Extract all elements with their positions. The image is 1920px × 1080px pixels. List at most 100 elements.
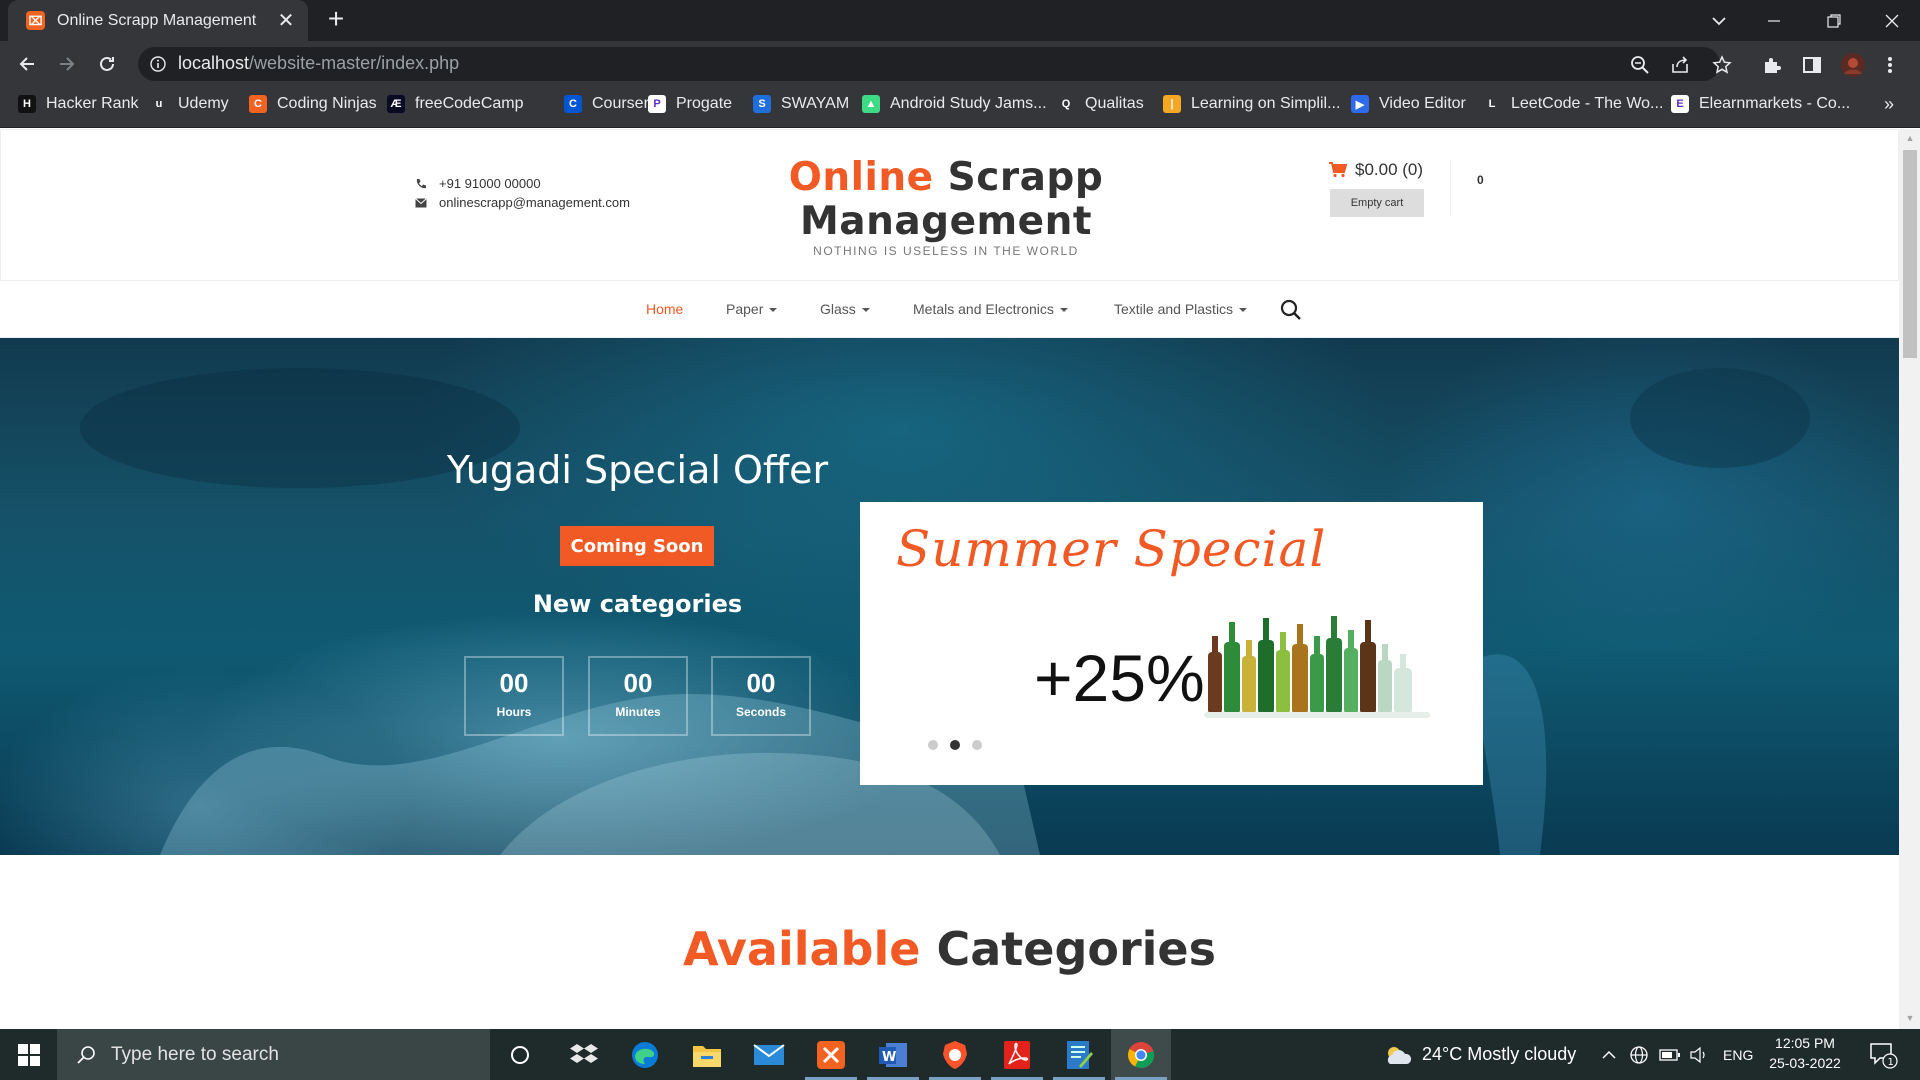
nav-item-label: Paper	[726, 301, 764, 317]
show-hidden-icons-chevron-icon[interactable]	[1601, 1029, 1617, 1080]
bookmark-item[interactable]: H Hacker Rank	[18, 95, 138, 113]
brave-browser-icon[interactable]	[925, 1029, 985, 1080]
bookmark-item[interactable]: ÆfreeCodeCamp	[387, 95, 524, 113]
swayam-icon: S	[753, 95, 771, 113]
active-tab[interactable]: ⌧ Online Scrapp Management ✕	[8, 0, 308, 41]
nav-item-label: Metals and Electronics	[913, 301, 1054, 317]
tab-close-icon[interactable]: ✕	[276, 8, 296, 33]
bookmarks-more-icon[interactable]: »	[1884, 94, 1894, 115]
bookmark-item[interactable]: P Progate	[648, 95, 732, 113]
scroll-up-arrow-icon[interactable]: ▲	[1903, 133, 1917, 147]
coming-soon-button[interactable]: Coming Soon	[560, 526, 714, 566]
new-tab-icon[interactable]: +	[322, 5, 350, 34]
chrome-menu-icon[interactable]	[1886, 55, 1894, 75]
slider-dots	[928, 740, 994, 750]
battery-icon[interactable]	[1659, 1029, 1681, 1080]
url-host: localhost	[178, 53, 250, 73]
slider-dot-3[interactable]	[972, 740, 982, 750]
logo-line-2: Management	[799, 199, 1093, 244]
bookmark-label: Elearnmarkets - Co...	[1699, 95, 1851, 112]
restore-icon[interactable]	[1806, 0, 1862, 41]
extensions-puzzle-icon[interactable]	[1762, 55, 1782, 75]
edge-browser-icon[interactable]	[615, 1029, 675, 1080]
bookmark-label: LeetCode - The Wo...	[1511, 95, 1664, 112]
countdown-label: Minutes	[615, 705, 661, 719]
bookmark-item[interactable]: u Udemy	[150, 95, 229, 113]
back-icon[interactable]	[14, 51, 40, 77]
phone-number: +91 91000 00000	[439, 176, 541, 191]
cart-total: $0.00 (0)	[1355, 160, 1424, 179]
scrollbar-thumb[interactable]	[1903, 150, 1917, 358]
side-panel-icon[interactable]	[1802, 55, 1822, 75]
coursera-icon: C	[564, 95, 582, 113]
wishlist-count[interactable]: 0	[1477, 173, 1484, 187]
nav-item-home[interactable]: Home	[646, 301, 683, 317]
codingninjas-icon: C	[249, 95, 267, 113]
weather-widget[interactable]: 24°C Mostly cloudy	[1384, 1029, 1576, 1080]
mail-icon[interactable]	[739, 1029, 799, 1080]
word-icon[interactable]: W	[863, 1029, 923, 1080]
site-info-icon[interactable]	[150, 56, 166, 72]
magnifier-icon	[77, 1045, 97, 1065]
bookmark-item[interactable]: S SWAYAM	[753, 95, 849, 113]
nav-item-textile-plastics[interactable]: Textile and Plastics	[1114, 301, 1248, 317]
url-text[interactable]: localhost/website-master/index.php	[178, 53, 459, 74]
scroll-down-arrow-icon[interactable]: ▼	[1903, 1013, 1917, 1027]
elearnmarkets-icon: E	[1671, 95, 1689, 113]
zoom-icon[interactable]	[1630, 55, 1650, 75]
dropbox-icon[interactable]	[554, 1029, 614, 1080]
bookmark-item[interactable]: ▲ Android Study Jams...	[862, 95, 1047, 113]
close-window-icon[interactable]	[1864, 0, 1920, 41]
share-icon[interactable]	[1670, 55, 1690, 75]
nav-item-glass[interactable]: Glass	[820, 301, 870, 317]
tab-strip: ⌧ Online Scrapp Management ✕ +	[0, 0, 1920, 41]
bookmark-star-icon[interactable]	[1712, 55, 1732, 75]
tab-title: Online Scrapp Management	[57, 11, 257, 29]
bookmark-item[interactable]: E Elearnmarkets - Co...	[1671, 95, 1850, 113]
notepad-editor-icon[interactable]	[1049, 1029, 1109, 1080]
android-icon: ▲	[862, 95, 880, 113]
system-clock[interactable]: 12:05 PM 25-03-2022	[1760, 1033, 1850, 1073]
search-icon[interactable]	[1280, 299, 1302, 321]
empty-cart-button[interactable]: Empty cart	[1330, 189, 1424, 217]
cloudy-weather-icon	[1384, 1045, 1412, 1065]
bookmark-item[interactable]: C Coding Ninjas	[249, 95, 377, 113]
promo-slider[interactable]: Summer Special +25%	[860, 502, 1483, 785]
heading-accent-word: Available	[682, 922, 921, 976]
tab-search-chevron-icon[interactable]	[1706, 8, 1732, 34]
bookmark-item[interactable]: Q Qualitas	[1057, 95, 1144, 113]
minimize-icon[interactable]	[1746, 0, 1802, 41]
volume-icon[interactable]	[1689, 1029, 1709, 1080]
forward-icon[interactable]	[54, 51, 80, 77]
nav-item-paper[interactable]: Paper	[726, 301, 778, 317]
reload-icon[interactable]	[94, 51, 120, 77]
countdown-minutes: 00 Minutes	[588, 656, 688, 736]
bookmark-item[interactable]: L LeetCode - The Wo...	[1483, 95, 1663, 113]
xampp-icon[interactable]	[801, 1029, 861, 1080]
file-explorer-icon[interactable]	[677, 1029, 737, 1080]
bookmark-item[interactable]: C Coursera	[564, 95, 658, 113]
bookmark-item[interactable]: ▶ Video Editor	[1351, 95, 1466, 113]
input-language[interactable]: ENG	[1723, 1029, 1753, 1080]
bookmark-label: Udemy	[178, 95, 229, 112]
bookmark-item[interactable]: | Learning on Simplil...	[1163, 95, 1340, 113]
site-header: +91 91000 00000 onlinescrapp@management.…	[0, 129, 1899, 281]
contact-phone: +91 91000 00000	[415, 176, 541, 191]
taskbar-search-box[interactable]: Type here to search	[57, 1029, 490, 1080]
countdown-value: 00	[623, 668, 653, 698]
slider-dot-1[interactable]	[928, 740, 938, 750]
site-logo[interactable]: Online Scrapp Management	[761, 156, 1131, 244]
language-globe-icon[interactable]	[1629, 1029, 1649, 1080]
cortana-icon[interactable]	[490, 1029, 550, 1080]
nav-item-metals-electronics[interactable]: Metals and Electronics	[913, 301, 1068, 317]
main-nav: Home Paper Glass Metals and Electronics …	[0, 281, 1899, 338]
cart-summary[interactable]: $0.00 (0)	[1329, 160, 1423, 180]
acrobat-icon[interactable]	[987, 1029, 1047, 1080]
bookmark-label: Video Editor	[1379, 95, 1466, 112]
glass-bottles-image	[1204, 616, 1430, 718]
slider-dot-2[interactable]	[950, 740, 960, 750]
profile-avatar-icon[interactable]	[1840, 52, 1866, 78]
windows-start-icon[interactable]	[0, 1029, 57, 1080]
notifications-icon[interactable]: 1	[1868, 1040, 1898, 1070]
chrome-taskbar-icon[interactable]	[1111, 1029, 1171, 1080]
